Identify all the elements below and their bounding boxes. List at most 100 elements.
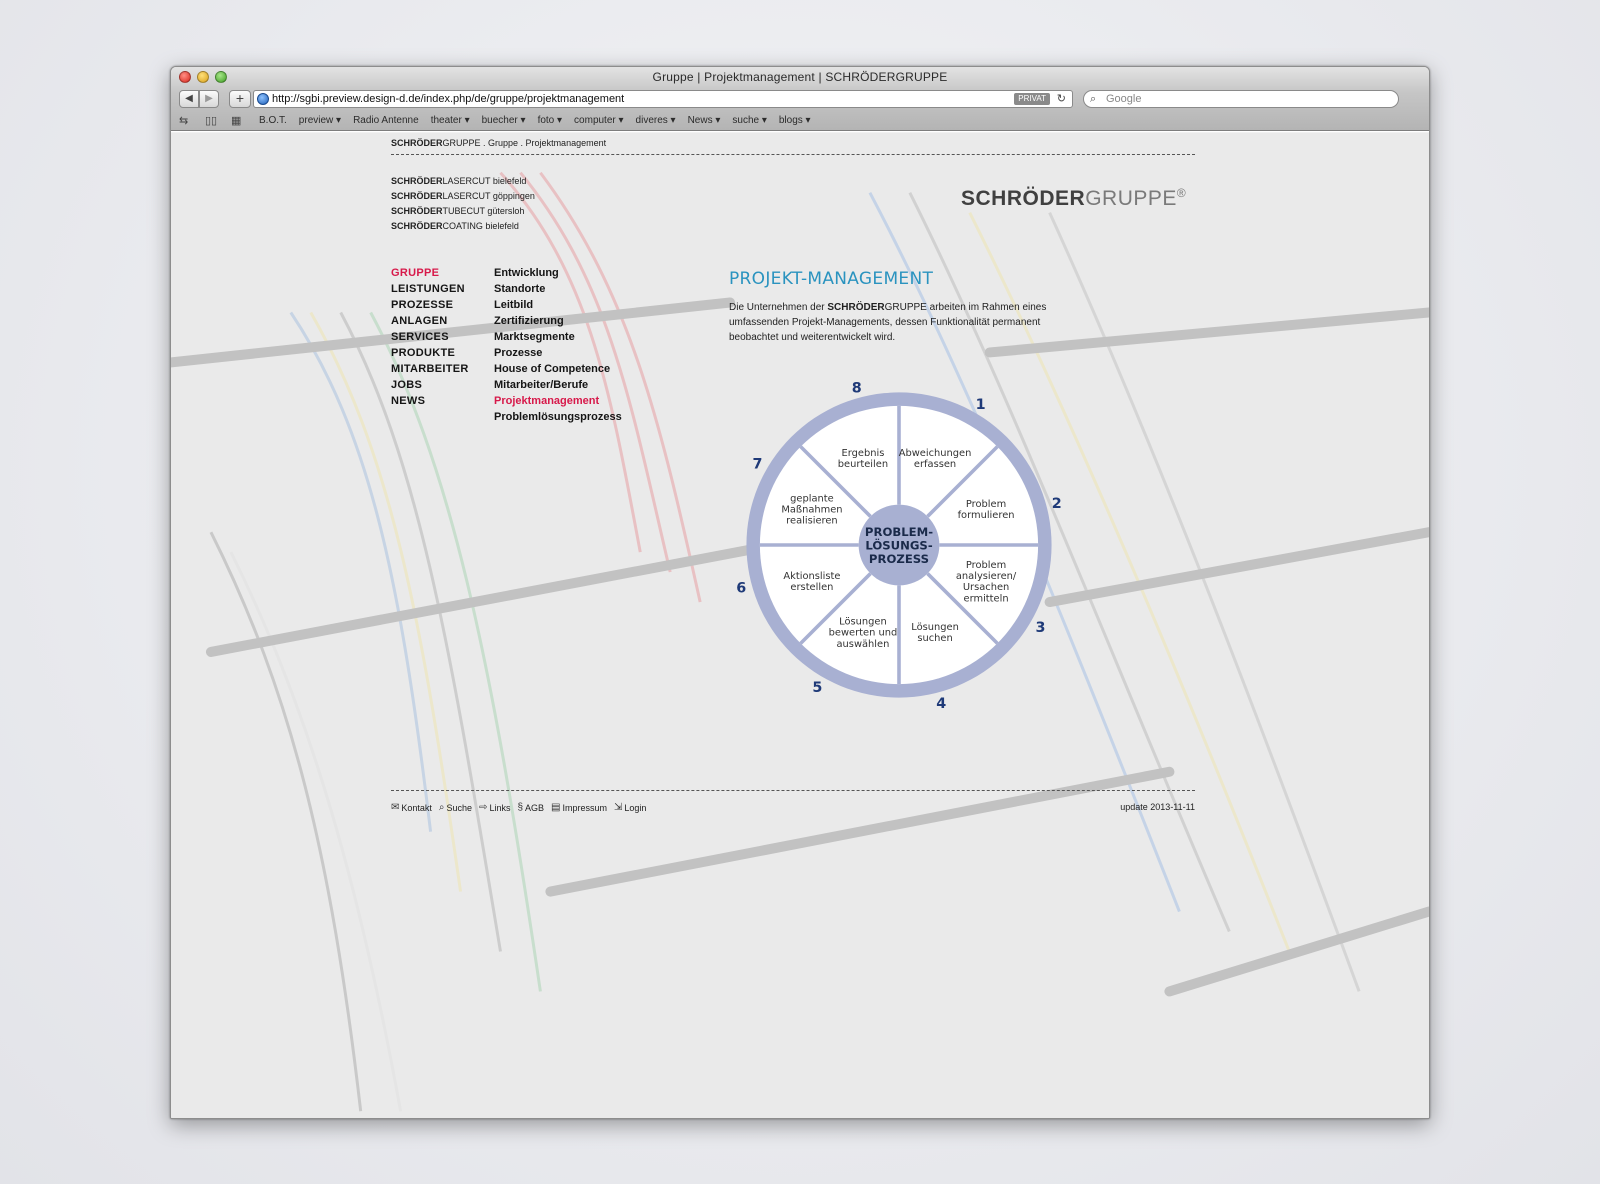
sub-nav-item[interactable]: Prozesse (494, 345, 622, 361)
main-nav-item[interactable]: ANLAGEN (391, 313, 469, 329)
reload-icon[interactable]: ↻ (1057, 91, 1066, 107)
segment-label: beurteilen (838, 459, 888, 470)
footer-link[interactable]: ⇲ Login (614, 802, 646, 813)
update-date: update 2013-11-11 (1120, 802, 1195, 812)
breadcrumb-brand-light[interactable]: GRUPPE (443, 138, 481, 148)
subsidiary-brand: SCHRÖDER (391, 221, 443, 231)
bookmark-item[interactable]: computer ▾ (574, 115, 623, 126)
footer-link-icon: ⇲ (614, 802, 623, 813)
segment-label: Ergebnis (842, 448, 885, 459)
header-divider (391, 154, 1195, 155)
intro-text: Die Unternehmen der SCHRÖDERGRUPPE arbei… (729, 300, 1079, 345)
footer-link[interactable]: ▤ Impressum (551, 802, 607, 813)
segment-label: Lösungen (911, 622, 959, 633)
segment-label: auswählen (837, 639, 890, 650)
web-page: SCHRÖDERGRUPPE . Gruppe . Projektmanagem… (171, 132, 1429, 1118)
sub-nav-item[interactable]: Marktsegmente (494, 329, 622, 345)
footer-link-icon: ▤ (551, 802, 561, 813)
footer-link[interactable]: ⌕ Suche (439, 802, 472, 813)
segment-label: Aktionsliste (783, 571, 840, 582)
segment-number: 7 (753, 457, 763, 473)
main-nav-item[interactable]: JOBS (391, 377, 469, 393)
window-title: Gruppe | Projektmanagement | SCHRÖDERGRU… (652, 70, 948, 84)
main-nav-item[interactable]: SERVICES (391, 329, 469, 345)
subsidiary-brand: SCHRÖDER (391, 191, 443, 201)
company-logo[interactable]: SCHRÖDERGRUPPE® (961, 186, 1186, 211)
sub-nav-item[interactable]: Problemlösungsprozess (494, 409, 622, 425)
subsidiary-name: TUBECUT gütersloh (442, 206, 525, 216)
footer-link-label: AGB (525, 802, 545, 813)
navigation-toolbar: ◀ ▶ + http://sgbi.preview.design-d.de/in… (171, 89, 1429, 111)
sub-nav-item[interactable]: Standorte (494, 281, 622, 297)
bookmark-item[interactable]: theater ▾ (431, 115, 470, 126)
sub-nav-item[interactable]: House of Competence (494, 361, 622, 377)
add-bookmark-button[interactable]: + (229, 90, 251, 108)
footer-link-icon: ⇨ (479, 802, 488, 813)
sub-nav-item[interactable]: Mitarbeiter/Berufe (494, 377, 622, 393)
segment-label: erstellen (790, 582, 833, 593)
forward-button[interactable]: ▶ (199, 90, 219, 108)
globe-icon (257, 93, 269, 105)
main-nav-item[interactable]: MITARBEITER (391, 361, 469, 377)
subsidiary-name: LASERCUT göppingen (442, 191, 535, 201)
main-nav-item[interactable]: LEISTUNGEN (391, 281, 469, 297)
bookmark-item[interactable]: Radio Antenne (353, 115, 419, 126)
subsidiary-link[interactable]: SCHRÖDERCOATING bielefeld (391, 219, 535, 234)
segment-number: 2 (1052, 496, 1062, 512)
bookmark-item[interactable]: buecher ▾ (482, 115, 526, 126)
main-nav-item[interactable]: GRUPPE (391, 265, 469, 281)
bookmarks-book-icon[interactable]: ▯▯ (205, 114, 217, 127)
bookmark-item[interactable]: suche ▾ (732, 115, 766, 126)
subsidiary-link[interactable]: SCHRÖDERTUBECUT gütersloh (391, 204, 535, 219)
browser-window: Gruppe | Projektmanagement | SCHRÖDERGRU… (170, 66, 1430, 1119)
bookmark-item[interactable]: preview ▾ (299, 115, 341, 126)
search-icon: ⌕ (1090, 93, 1097, 105)
subsidiary-link[interactable]: SCHRÖDERLASERCUT göppingen (391, 189, 535, 204)
footer-link[interactable]: ⇨ Links (479, 802, 510, 813)
breadcrumb-brand-bold[interactable]: SCHRÖDER (391, 138, 443, 148)
sub-nav-item[interactable]: Leitbild (494, 297, 622, 313)
main-nav-item[interactable]: NEWS (391, 393, 469, 409)
footer-link[interactable]: ✉ Kontakt (391, 802, 432, 813)
main-nav-item[interactable]: PRODUKTE (391, 345, 469, 361)
main-nav-item[interactable]: PROZESSE (391, 297, 469, 313)
back-button[interactable]: ◀ (179, 90, 199, 108)
subsidiary-name: COATING bielefeld (442, 221, 519, 231)
footer-link[interactable]: § AGB (517, 802, 544, 813)
reading-list-icon[interactable]: ⇆ (179, 114, 188, 127)
segment-label: Problem (966, 499, 1006, 510)
subsidiary-link[interactable]: SCHRÖDERLASERCUT bielefeld (391, 174, 535, 189)
private-badge: PRIVAT (1014, 93, 1050, 105)
footer-link-label: Login (624, 802, 647, 813)
bookmark-item[interactable]: diveres ▾ (636, 115, 676, 126)
bookmark-item[interactable]: News ▾ (688, 115, 721, 126)
segment-number: 5 (812, 680, 822, 696)
logo-bold: SCHRÖDER (961, 187, 1086, 210)
segment-label: Lösungen (839, 616, 887, 627)
segment-label: Problem (966, 560, 1006, 571)
segment-label: formulieren (958, 510, 1015, 521)
intro-brand-bold: SCHRÖDER (827, 302, 885, 313)
sub-nav-item[interactable]: Entwicklung (494, 265, 622, 281)
wheel-center-label: PROZESS (869, 552, 929, 566)
search-placeholder: Google (1106, 93, 1142, 105)
sub-nav-item[interactable]: Projektmanagement (494, 393, 622, 409)
segment-label: Ursachen (963, 582, 1009, 593)
bookmark-item[interactable]: blogs ▾ (779, 115, 811, 126)
bookmark-item[interactable]: B.O.T. (259, 115, 287, 126)
segment-label: Maßnahmen (781, 505, 842, 516)
sub-nav-item[interactable]: Zertifizierung (494, 313, 622, 329)
logo-light: GRUPPE (1085, 187, 1177, 210)
segment-number: 4 (936, 696, 946, 712)
address-bar[interactable]: http://sgbi.preview.design-d.de/index.ph… (253, 90, 1073, 108)
footer-link-label: Suche (446, 802, 473, 813)
bookmark-items: B.O.T. preview ▾ Radio Antenne theater ▾ bue… (259, 115, 811, 126)
search-input[interactable]: ⌕ Google (1083, 90, 1399, 108)
problem-solving-wheel: PROBLEM-LÖSUNGS-PROZESS Abweichungenerfas… (736, 381, 1062, 713)
bookmark-item[interactable]: foto ▾ (538, 115, 562, 126)
subsidiary-brand: SCHRÖDER (391, 176, 443, 186)
wheel-center-label: LÖSUNGS- (865, 537, 932, 552)
footer-link-label: Kontakt (401, 802, 432, 813)
segment-number: 6 (736, 581, 746, 597)
top-sites-grid-icon[interactable]: ▦ (231, 114, 241, 127)
